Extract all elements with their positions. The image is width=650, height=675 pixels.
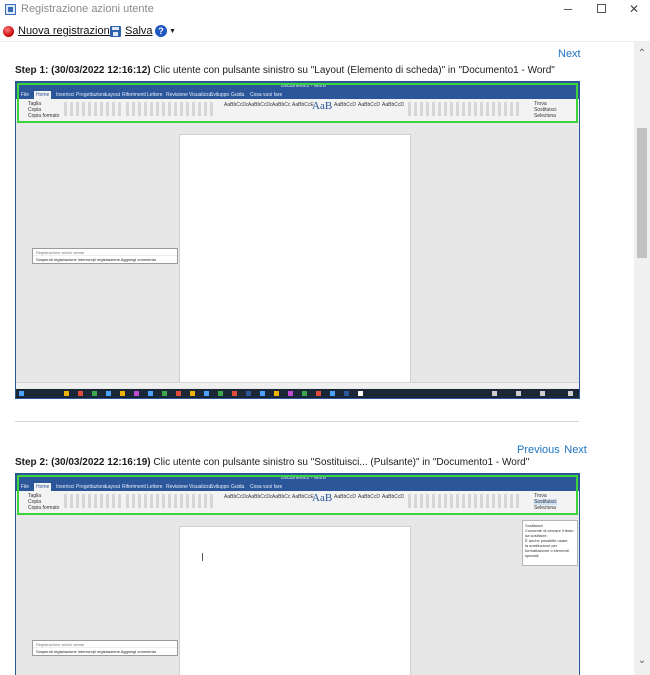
word-status-bar bbox=[16, 382, 579, 388]
scroll-thumb[interactable] bbox=[637, 128, 647, 258]
app-icon bbox=[5, 4, 16, 15]
mini-recorder-title: Registrazione azioni utente bbox=[33, 641, 177, 648]
replace-tooltip: Sostituisci Consente di cercare il testo… bbox=[522, 520, 578, 566]
step1-header: Step 1: (30/03/2022 12:16:12) Clic utent… bbox=[15, 65, 555, 76]
taskbar-icon bbox=[344, 391, 349, 396]
mini-recorder-window: Registrazione azioni utente Sospendi reg… bbox=[32, 248, 178, 264]
taskbar-icon bbox=[162, 391, 167, 396]
tray-icon bbox=[568, 391, 573, 396]
tray-icon bbox=[540, 391, 545, 396]
taskbar-icon bbox=[260, 391, 265, 396]
taskbar-icon bbox=[64, 391, 69, 396]
taskbar-icon bbox=[358, 391, 363, 396]
step2-description: Clic utente con pulsante sinistro su "So… bbox=[153, 457, 530, 468]
record-icon bbox=[3, 25, 14, 37]
minimize-button[interactable]: ─ bbox=[551, 0, 585, 20]
tray-icon bbox=[492, 391, 497, 396]
taskbar bbox=[16, 389, 579, 398]
step2-previous-link[interactable]: Previous bbox=[517, 444, 560, 456]
step2-nav: Previous Next bbox=[517, 440, 587, 458]
text-cursor bbox=[202, 553, 203, 561]
scroll-down-icon[interactable]: ⌄ bbox=[634, 655, 650, 669]
step1-number: Step 1: (30/03/2022 12:16:12) bbox=[15, 65, 151, 76]
step-separator bbox=[15, 421, 579, 422]
step1-next-link[interactable]: Next bbox=[558, 48, 581, 60]
taskbar-icon bbox=[190, 391, 195, 396]
title-bar: Registrazione azioni utente ─ ✕ bbox=[0, 0, 650, 20]
new-recording-label: Nuova registrazione bbox=[18, 25, 116, 37]
maximize-button[interactable] bbox=[584, 0, 618, 20]
mini-recorder-window: Registrazione azioni utente Sospendi reg… bbox=[32, 640, 178, 656]
step2-number: Step 2: (30/03/2022 12:16:19) bbox=[15, 457, 151, 468]
mini-recorder-bar: Sospendi registrazione Interrompi regist… bbox=[36, 257, 157, 262]
step1-screenshot[interactable]: Documento1 - Word File Home Inserisci Pr… bbox=[15, 81, 580, 399]
steps-content: Next Step 1: (30/03/2022 12:16:12) Clic … bbox=[0, 42, 634, 675]
tray-icon bbox=[516, 391, 521, 396]
vertical-scrollbar[interactable]: ⌃ ⌄ bbox=[634, 42, 650, 675]
taskbar-icon bbox=[148, 391, 153, 396]
chevron-down-icon: ▼ bbox=[169, 27, 176, 35]
taskbar-icon bbox=[134, 391, 139, 396]
taskbar-icon bbox=[246, 391, 251, 396]
taskbar-icon bbox=[106, 391, 111, 396]
save-button[interactable]: Salva bbox=[110, 23, 153, 39]
word-page bbox=[179, 526, 411, 675]
taskbar-icon bbox=[78, 391, 83, 396]
maximize-icon bbox=[596, 4, 606, 13]
taskbar-icon bbox=[218, 391, 223, 396]
mini-recorder-title: Registrazione azioni utente bbox=[33, 249, 177, 256]
step2-screenshot[interactable]: Documento1 - Word File Home Inserisci Pr… bbox=[15, 473, 580, 675]
save-label: Salva bbox=[125, 25, 153, 37]
help-icon: ? bbox=[155, 25, 167, 37]
taskbar-icon bbox=[92, 391, 97, 396]
step2-header: Step 2: (30/03/2022 12:16:19) Clic utent… bbox=[15, 457, 529, 468]
word-page bbox=[179, 134, 411, 388]
highlight-rectangle bbox=[17, 475, 578, 515]
save-icon bbox=[110, 25, 121, 37]
highlight-rectangle bbox=[17, 83, 578, 123]
help-button[interactable]: ? ▼ bbox=[155, 23, 176, 39]
close-button[interactable]: ✕ bbox=[617, 0, 650, 20]
step1-description: Clic utente con pulsante sinistro su "La… bbox=[153, 65, 555, 76]
new-recording-button[interactable]: Nuova registrazione bbox=[3, 23, 116, 39]
start-icon bbox=[19, 391, 24, 396]
taskbar-icon bbox=[288, 391, 293, 396]
taskbar-icon bbox=[232, 391, 237, 396]
taskbar-icon bbox=[302, 391, 307, 396]
taskbar-icon bbox=[316, 391, 321, 396]
step2-next-link[interactable]: Next bbox=[564, 444, 587, 456]
taskbar-icon bbox=[120, 391, 125, 396]
toolbar: Nuova registrazione Salva ? ▼ bbox=[0, 20, 650, 42]
mini-recorder-bar: Sospendi registrazione Interrompi regist… bbox=[36, 649, 157, 654]
taskbar-icon bbox=[176, 391, 181, 396]
taskbar-icon bbox=[204, 391, 209, 396]
scroll-up-icon[interactable]: ⌃ bbox=[634, 48, 650, 62]
taskbar-icon bbox=[330, 391, 335, 396]
window-title: Registrazione azioni utente bbox=[21, 3, 154, 15]
tooltip-line: speciali. bbox=[525, 553, 540, 558]
tooltip-line: Consente di cercare il testo da sostitui… bbox=[525, 528, 574, 538]
taskbar-icon bbox=[274, 391, 279, 396]
